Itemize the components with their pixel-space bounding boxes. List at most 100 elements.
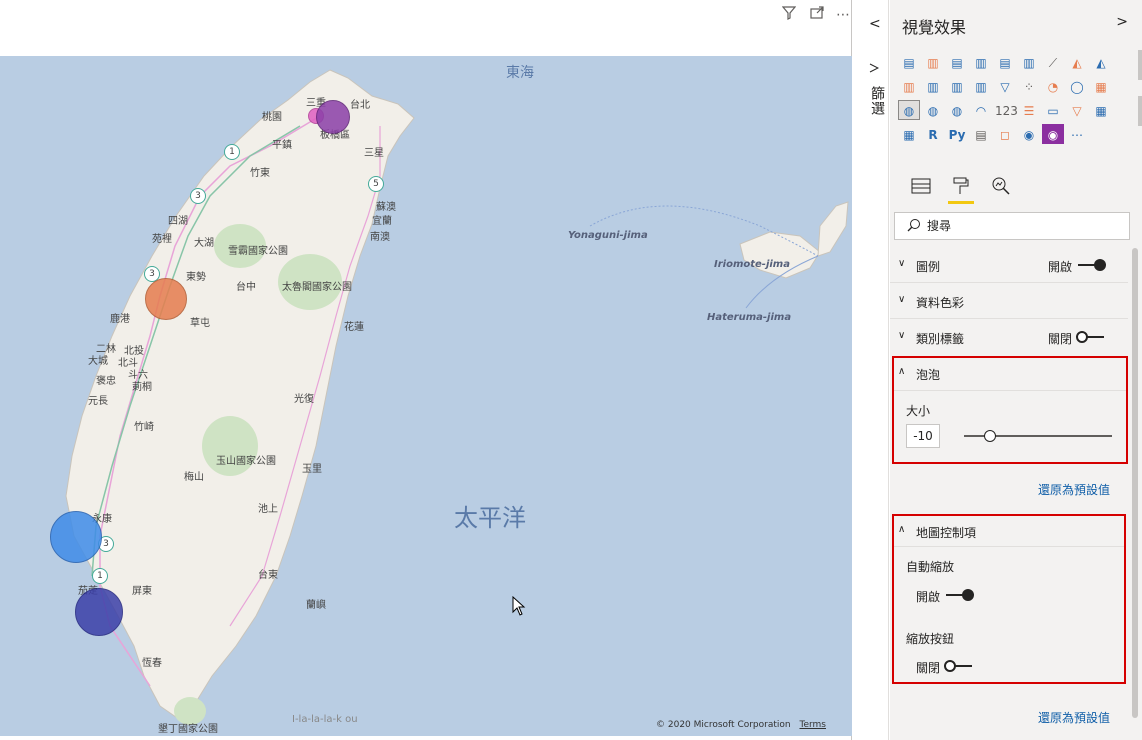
search-input[interactable] — [927, 217, 1117, 235]
iriomote-island — [739, 231, 821, 279]
kpi-icon[interactable]: ▭ — [1042, 100, 1064, 120]
divider — [894, 546, 1124, 547]
section-bubbles[interactable]: ∧ 泡泡 — [890, 356, 1128, 390]
section-category-labels[interactable]: ∨ 類別標籤 關閉 — [890, 320, 1128, 354]
analytics-tab-icon[interactable] — [988, 176, 1014, 204]
bubble-kaohsiung[interactable] — [75, 588, 123, 636]
section-label: 泡泡 — [916, 368, 941, 382]
r-visual-icon[interactable]: R — [922, 124, 944, 144]
park-yushan — [202, 416, 258, 476]
section-data-colors[interactable]: ∨ 資料色彩 — [890, 284, 1128, 318]
zoom-buttons-state: 關閉 — [916, 661, 941, 675]
fields-tab-icon[interactable] — [908, 176, 934, 204]
terms-link[interactable]: Terms — [799, 720, 826, 730]
clustered-column-icon[interactable]: ▥ — [970, 52, 992, 72]
highway-shield: 1 — [224, 144, 240, 160]
waterfall-icon[interactable]: ▥ — [970, 76, 992, 96]
area-chart-icon[interactable]: ◭ — [1066, 52, 1088, 72]
map-visual[interactable]: ⋯ 東海 太平洋 Yonaguni-jima Iriomote-jima Hat… — [0, 0, 852, 740]
place-label: 宜蘭 — [372, 216, 392, 227]
place-label: 玉山國家公園 — [216, 456, 276, 467]
section-map-controls[interactable]: ∧ 地圖控制項 — [890, 514, 1128, 548]
bubble-taipei[interactable] — [316, 100, 350, 134]
format-search-box[interactable] — [894, 212, 1130, 240]
multirow-card-icon[interactable]: ☰ — [1018, 100, 1040, 120]
place-label: 梅山 — [184, 472, 204, 483]
line-clustered-icon[interactable]: ▥ — [922, 76, 944, 96]
bubble-taichung[interactable] — [145, 278, 187, 320]
place-label: 太魯閣國家公園 — [282, 282, 352, 293]
filters-label[interactable]: 篩選 — [867, 86, 887, 116]
stacked-area-icon[interactable]: ◭ — [1090, 52, 1112, 72]
treemap-icon[interactable]: ▦ — [1090, 76, 1112, 96]
chevron-down-icon: ∨ — [898, 294, 906, 305]
map-copyright: © 2020 Microsoft Corporation Terms — [656, 720, 826, 730]
line-column-icon[interactable]: ▥ — [898, 76, 920, 96]
slider-thumb[interactable] — [984, 430, 996, 442]
filters-pane-collapsed[interactable]: < 篩選 — [859, 0, 889, 740]
expand-filters-chevron-icon[interactable]: < — [869, 16, 881, 32]
place-label: 蘇澳 — [376, 202, 396, 213]
auto-zoom-label: 自動縮放 — [906, 560, 955, 574]
more-visuals-icon[interactable]: ⋯ — [1066, 124, 1088, 144]
custom-visual-icon[interactable]: ◉ — [1042, 124, 1064, 144]
zoom-buttons-toggle[interactable] — [944, 659, 974, 673]
scatter-icon[interactable]: ⁘ — [1018, 76, 1040, 96]
map-canvas[interactable]: 東海 太平洋 Yonaguni-jima Iriomote-jima Hater… — [0, 56, 852, 736]
reset-map-controls-link[interactable]: 還原為預設值 — [1038, 709, 1110, 726]
search-icon — [907, 218, 921, 236]
line-chart-icon[interactable]: ⟋ — [1042, 52, 1064, 72]
funnel-icon[interactable]: ▽ — [994, 76, 1016, 96]
filled-map-icon[interactable]: ◍ — [922, 100, 944, 120]
right-edge-tab[interactable] — [1138, 50, 1142, 80]
place-label: 池上 — [258, 504, 278, 515]
place-label: 光復 — [294, 394, 314, 405]
pane-tabs — [908, 176, 1028, 206]
pane-scrollbar[interactable] — [1132, 248, 1138, 718]
divider — [894, 390, 1126, 391]
place-label: 草屯 — [190, 318, 210, 329]
gauge-icon[interactable]: ◠ — [970, 100, 992, 120]
100-column-icon[interactable]: ▥ — [1018, 52, 1040, 72]
arcgis-icon[interactable]: ◉ — [1018, 124, 1040, 144]
python-visual-icon[interactable]: Py — [946, 124, 968, 144]
clustered-bar-icon[interactable]: ▤ — [946, 52, 968, 72]
section-label: 圖例 — [916, 260, 941, 274]
place-label: 雪霸國家公園 — [228, 246, 288, 257]
place-label: 元長 — [88, 396, 108, 407]
100-bar-icon[interactable]: ▤ — [994, 52, 1016, 72]
category-labels-toggle[interactable] — [1076, 330, 1106, 344]
collapse-pane-chevron-icon[interactable]: > — [1116, 14, 1128, 30]
bubble-tainan[interactable] — [50, 511, 102, 563]
stacked-column-icon[interactable]: ▥ — [922, 52, 944, 72]
shape-map-icon[interactable]: ◍ — [946, 100, 968, 120]
card-icon[interactable]: 123 — [994, 100, 1018, 120]
reset-bubbles-link[interactable]: 還原為預設值 — [1038, 481, 1110, 498]
paint-roller-icon[interactable] — [948, 176, 974, 204]
slicer-icon[interactable]: ▽ — [1066, 100, 1088, 120]
auto-zoom-toggle[interactable] — [944, 588, 974, 602]
right-edge-tab[interactable] — [1138, 96, 1142, 126]
bubble-size-input[interactable]: -10 — [906, 424, 940, 448]
place-label: 南澳 — [370, 232, 390, 243]
bubble-size-slider[interactable] — [964, 428, 1112, 444]
section-legend[interactable]: ∨ 圖例 開啟 — [890, 248, 1128, 282]
ribbon-chart-icon[interactable]: ▥ — [946, 76, 968, 96]
table-icon[interactable]: ▦ — [1090, 100, 1112, 120]
matrix-icon[interactable]: ▦ — [898, 124, 920, 144]
key-influencers-icon[interactable]: ▤ — [970, 124, 992, 144]
toggle-state-label: 開啟 — [1048, 260, 1073, 274]
legend-toggle[interactable] — [1076, 258, 1106, 272]
stacked-bar-icon[interactable]: ▤ — [898, 52, 920, 72]
highway-shield: 3 — [190, 188, 206, 204]
donut-chart-icon[interactable]: ◯ — [1066, 76, 1088, 96]
chevron-up-icon: ∧ — [898, 524, 906, 535]
place-label: 花蓮 — [344, 322, 364, 333]
qa-icon[interactable]: ◻ — [994, 124, 1016, 144]
pie-chart-icon[interactable]: ◔ — [1042, 76, 1064, 96]
place-label: 鹿港 — [110, 314, 130, 325]
more-options-icon[interactable]: ⋯ — [834, 6, 852, 24]
filter-icon[interactable] — [780, 6, 798, 24]
focus-mode-icon[interactable] — [808, 6, 826, 24]
map-icon[interactable]: ◍ — [898, 100, 920, 120]
